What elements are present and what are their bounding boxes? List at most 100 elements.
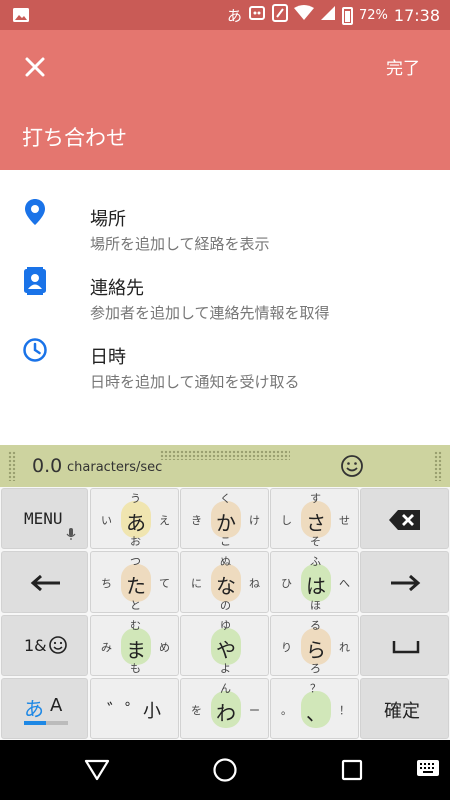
- emoji-button[interactable]: [340, 454, 364, 478]
- gallery-icon: [12, 6, 30, 28]
- navigation-bar: [0, 740, 450, 800]
- close-button[interactable]: [18, 50, 52, 84]
- kana-key[interactable]: さすそ し せ: [270, 488, 359, 549]
- drag-handle-right[interactable]: [434, 451, 442, 481]
- list-item-title: 連絡先: [90, 278, 144, 299]
- kana-flick-left-label: を: [191, 703, 202, 717]
- keyboard-switch-button[interactable]: [416, 758, 440, 782]
- battery-icon: [341, 6, 353, 25]
- kana-flick-down-label: お: [130, 535, 141, 548]
- status-bar: あ 72% 17:38: [0, 0, 450, 30]
- kana-flick-left-label: し: [281, 513, 292, 527]
- mode-indicator: [24, 721, 68, 725]
- dakuten-small-label: ゛゜小: [107, 700, 161, 722]
- event-title-input[interactable]: 打ち合わせ: [22, 122, 127, 152]
- kana-main-label: わ: [216, 700, 236, 725]
- kana-flick-left-label: き: [191, 513, 202, 527]
- android-notification-icon: [248, 4, 266, 27]
- kana-flick-right-label: ！: [339, 703, 350, 717]
- kana-key[interactable]: まむも み め: [90, 615, 179, 676]
- symbols-key[interactable]: 1&: [1, 615, 88, 676]
- right-arrow-key[interactable]: [360, 551, 449, 613]
- nfc-icon: [271, 4, 288, 27]
- kana-key[interactable]: かくこ き け: [180, 488, 269, 549]
- enter-label: 確定: [384, 701, 420, 722]
- home-button[interactable]: [212, 757, 238, 787]
- kana-flick-right-label: え: [159, 513, 170, 527]
- kana-flick-up-label: ん: [220, 682, 231, 695]
- kana-key[interactable]: たつと ち て: [90, 551, 179, 613]
- flick-keyboard: MENU 1& あ A 確定 あうおいえかくこきけさすそしせたつとちてなぬのにね…: [0, 487, 450, 740]
- kana-main-label: ま: [126, 637, 146, 662]
- clock-icon: [22, 335, 48, 365]
- kana-key[interactable]: らるろ り れ: [270, 615, 359, 676]
- kana-flick-up-label: つ: [130, 555, 141, 568]
- microphone-icon: [66, 528, 76, 540]
- mode-label-alphabet: A: [50, 695, 63, 716]
- list-item-datetime[interactable]: 日時 日時を追加して通知を受け取る: [0, 323, 450, 393]
- kana-flick-up-label: ぬ: [220, 555, 231, 568]
- recents-square-icon: [341, 759, 363, 781]
- kana-flick-left-label: ひ: [281, 577, 292, 590]
- kana-flick-right-label: め: [159, 640, 170, 654]
- kana-key[interactable]: やゆよ: [180, 615, 269, 676]
- kana-flick-left-label: み: [101, 640, 112, 654]
- right-arrow-icon: [391, 574, 421, 592]
- kana-flick-up-label: ふ: [310, 555, 321, 568]
- kana-key[interactable]: なぬの に ね: [180, 551, 269, 613]
- menu-key[interactable]: MENU: [1, 488, 88, 549]
- done-button[interactable]: 完了: [386, 54, 420, 79]
- kana-flick-right-label: れ: [339, 640, 350, 654]
- kana-flick-right-label: せ: [339, 513, 350, 527]
- kana-flick-down-label: の: [220, 599, 231, 612]
- event-options-list: 場所 場所を追加して経路を表示 連絡先 参加者を追加して連絡先情報を取得 日時 …: [0, 170, 450, 445]
- kana-key[interactable]: はふほ ひ へ: [270, 551, 359, 613]
- kana-key[interactable]: ゛゜小: [90, 678, 179, 739]
- wifi-icon: [293, 5, 314, 26]
- kana-flick-up-label: む: [130, 619, 141, 632]
- input-mode-key[interactable]: あ A: [1, 678, 88, 739]
- kana-flick-down-label: ろ: [310, 662, 321, 675]
- kana-flick-up-label: う: [130, 492, 141, 505]
- enter-key[interactable]: 確定: [360, 678, 449, 739]
- kana-flick-left-label: り: [281, 640, 292, 654]
- kana-main-label: 、: [306, 700, 326, 725]
- recents-button[interactable]: [341, 759, 363, 785]
- kana-flick-left-label: ち: [101, 577, 112, 590]
- list-item-contacts[interactable]: 連絡先 参加者を追加して連絡先情報を取得: [0, 254, 450, 324]
- ime-indicator: あ: [226, 6, 242, 25]
- back-triangle-icon: [84, 759, 110, 781]
- backspace-icon: [389, 510, 420, 530]
- kana-flick-up-label: す: [310, 492, 321, 505]
- kana-flick-right-label: ね: [249, 577, 260, 590]
- list-item-location[interactable]: 場所 場所を追加して経路を表示: [0, 185, 450, 255]
- smiley-icon: [341, 455, 363, 477]
- mode-label-hiragana: あ: [24, 697, 44, 721]
- kana-flick-down-label: も: [130, 662, 141, 675]
- kana-key[interactable]: 、 ？ 。 ！: [270, 678, 359, 739]
- drag-handle-left[interactable]: [8, 451, 16, 481]
- kana-key[interactable]: わんを ー: [180, 678, 269, 739]
- kana-main-label: か: [216, 510, 236, 535]
- typing-speed-unit: characters/sec: [67, 460, 163, 475]
- backspace-key[interactable]: [360, 488, 449, 549]
- list-item-subtitle: 場所を追加して経路を表示: [90, 235, 270, 253]
- back-button[interactable]: [84, 758, 110, 786]
- kana-flick-down-label: ほ: [310, 599, 321, 612]
- kana-flick-down-label: よ: [220, 662, 231, 675]
- kana-key[interactable]: あうお い え: [90, 488, 179, 549]
- kana-flick-up-label: る: [310, 619, 321, 632]
- menu-label: MENU: [24, 509, 63, 528]
- list-item-title: 場所: [90, 209, 126, 230]
- space-key[interactable]: [360, 615, 449, 676]
- event-header: 完了 打ち合わせ: [0, 30, 450, 170]
- left-arrow-key[interactable]: [1, 551, 88, 613]
- typing-speed-value: 0.0: [32, 455, 63, 477]
- home-circle-icon: [213, 758, 237, 782]
- close-icon: [25, 57, 45, 77]
- kana-flick-left-label: い: [101, 513, 112, 527]
- kana-flick-right-label: ー: [249, 703, 260, 717]
- kana-flick-down-label: そ: [310, 535, 321, 548]
- drag-handle-top[interactable]: [160, 450, 290, 460]
- kana-main-label: あ: [126, 510, 146, 535]
